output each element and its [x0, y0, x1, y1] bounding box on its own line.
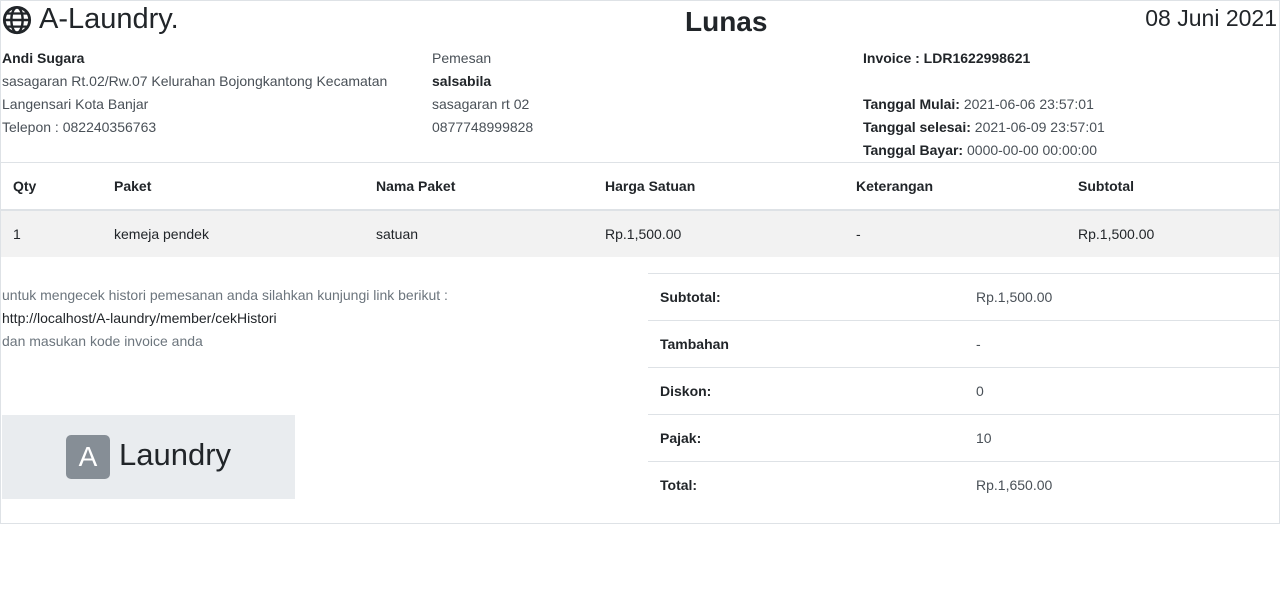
cell-keterangan: - [844, 210, 1066, 257]
invoice-date: 08 Juni 2021 [1145, 5, 1277, 31]
invoice-number: Invoice : LDR1622998621 [863, 50, 1031, 66]
invoice-header: A-Laundry. Lunas 08 Juni 2021 [1, 1, 1279, 43]
logo-mark: A [66, 435, 110, 479]
owner-address-line2: Langensari Kota Banjar [2, 96, 149, 112]
owner-info: Andi Sugara sasagaran Rt.02/Rw.07 Kelura… [2, 47, 422, 139]
cell-harga-satuan: Rp.1,500.00 [593, 210, 844, 257]
subtotal-label: Subtotal: [648, 273, 964, 321]
totals-row-pajak: Pajak: 10 [648, 414, 1279, 462]
customer-name: salsabila [432, 73, 492, 89]
cell-qty: 1 [1, 210, 102, 257]
start-date-row: Tanggal Mulai: 2021-06-06 23:57:01 [863, 93, 1263, 116]
invoice-sheet: A-Laundry. Lunas 08 Juni 2021 Andi Sugar… [0, 0, 1280, 524]
paid-date-label: Tanggal Bayar: [863, 142, 964, 158]
payment-status: Lunas [685, 6, 768, 37]
paid-date-row: Tanggal Bayar: 0000-00-00 00:00:00 [863, 139, 1263, 162]
diskon-value: 0 [964, 367, 1279, 415]
globe-icon [2, 5, 32, 34]
brand-name: A-Laundry. [39, 3, 179, 35]
laundry-logo: A Laundry [2, 415, 295, 499]
pajak-label: Pajak: [648, 414, 964, 462]
owner-name: Andi Sugara [2, 50, 85, 66]
customer-address: sasagaran rt 02 [432, 96, 530, 112]
total-label: Total: [648, 461, 964, 508]
totals-table: Subtotal: Rp.1,500.00 Tambahan - Diskon:… [648, 273, 1279, 508]
note-line3: dan masukan kode invoice anda [2, 333, 203, 349]
tambahan-label: Tambahan [648, 320, 964, 368]
items-header-row: Qty Paket Nama Paket Harga Satuan Ketera… [1, 162, 1279, 211]
table-row: 1 kemeja pendek satuan Rp.1,500.00 - Rp.… [1, 210, 1279, 257]
totals-row-total: Total: Rp.1,650.00 [648, 461, 1279, 508]
diskon-label: Diskon: [648, 367, 964, 415]
customer-label: Pemesan [432, 50, 492, 66]
start-date-value: 2021-06-06 23:57:01 [963, 96, 1094, 112]
col-header-harga-satuan: Harga Satuan [593, 162, 844, 211]
owner-address-line1: sasagaran Rt.02/Rw.07 Kelurahan Bojongka… [2, 73, 388, 89]
customer-info: Pemesan salsabila sasagaran rt 02 087774… [432, 47, 732, 139]
totals-row-tambahan: Tambahan - [648, 320, 1279, 368]
history-note: untuk mengecek histori pemesanan anda si… [2, 284, 448, 353]
items-table: Qty Paket Nama Paket Harga Satuan Ketera… [1, 162, 1279, 257]
totals-row-diskon: Diskon: 0 [648, 367, 1279, 415]
col-header-qty: Qty [1, 162, 102, 211]
totals-row-subtotal: Subtotal: Rp.1,500.00 [648, 273, 1279, 321]
history-link[interactable]: http://localhost/A-laundry/member/cekHis… [2, 307, 448, 330]
invoice-info: Invoice : LDR1622998621 Tanggal Mulai: 2… [863, 47, 1263, 162]
paid-date-value: 0000-00-00 00:00:00 [967, 142, 1097, 158]
subtotal-value: Rp.1,500.00 [964, 273, 1279, 321]
cell-nama-paket: satuan [364, 210, 593, 257]
pajak-value: 10 [964, 414, 1279, 462]
customer-phone: 0877748999828 [432, 119, 534, 135]
col-header-subtotal: Subtotal [1066, 162, 1279, 211]
logo-text: Laundry [119, 437, 232, 472]
cell-paket: kemeja pendek [102, 210, 364, 257]
end-date-row: Tanggal selesai: 2021-06-09 23:57:01 [863, 116, 1263, 139]
note-line1: untuk mengecek histori pemesanan anda si… [2, 287, 448, 303]
col-header-paket: Paket [102, 162, 364, 211]
total-value: Rp.1,650.00 [964, 461, 1279, 508]
owner-phone: Telepon : 082240356763 [2, 119, 157, 135]
end-date-label: Tanggal selesai: [863, 119, 971, 135]
tambahan-value: - [964, 320, 1279, 368]
cell-subtotal: Rp.1,500.00 [1066, 210, 1279, 257]
brand: A-Laundry. [2, 3, 179, 36]
start-date-label: Tanggal Mulai: [863, 96, 960, 112]
col-header-keterangan: Keterangan [844, 162, 1066, 211]
end-date-value: 2021-06-09 23:57:01 [974, 119, 1105, 135]
col-header-nama-paket: Nama Paket [364, 162, 593, 211]
